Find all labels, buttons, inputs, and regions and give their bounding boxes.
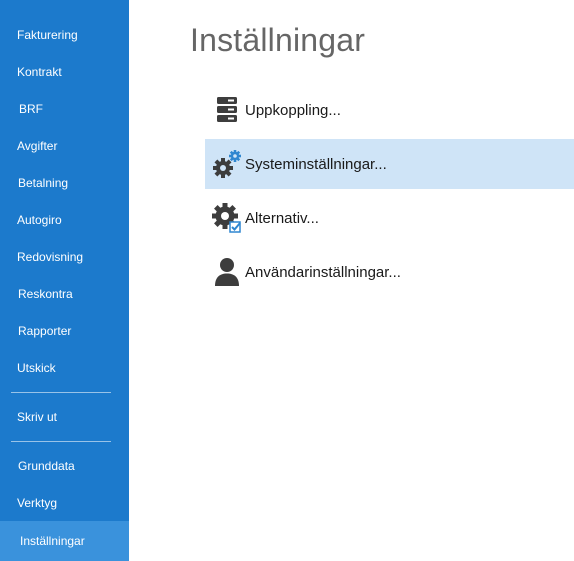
nav-item-label: Skriv ut xyxy=(17,410,58,424)
sidebar-divider xyxy=(11,441,111,442)
nav-item-brf[interactable]: BRF xyxy=(0,91,129,128)
nav-item-verktyg[interactable]: Verktyg xyxy=(0,485,129,522)
nav-item-utskick[interactable]: Utskick xyxy=(0,350,129,387)
settings-item-systeminstallningar[interactable]: Systeminställningar... xyxy=(205,139,574,189)
settings-item-uppkoppling[interactable]: Uppkoppling... xyxy=(205,85,574,135)
nav-item-rapporter[interactable]: Rapporter xyxy=(0,313,129,350)
sidebar-nav: Fakturering Kontrakt BRF Avgifter Betaln… xyxy=(0,0,129,561)
settings-item-label: Systeminställningar... xyxy=(245,155,387,173)
nav-item-label: Kontrakt xyxy=(17,65,62,79)
gears-icon xyxy=(209,146,245,182)
nav-item-label: Betalning xyxy=(18,176,69,190)
nav-item-label: BRF xyxy=(19,102,43,116)
settings-item-anvandarinstallningar[interactable]: Användarinställningar... xyxy=(205,247,574,297)
settings-item-label: Uppkoppling... xyxy=(245,101,341,119)
settings-item-label: Alternativ... xyxy=(245,209,319,227)
nav-item-fakturering[interactable]: Fakturering xyxy=(0,17,129,54)
nav-item-reskontra[interactable]: Reskontra xyxy=(0,276,129,313)
sidebar-divider xyxy=(11,392,111,393)
nav-item-betalning[interactable]: Betalning xyxy=(0,165,129,202)
page-title: Inställningar xyxy=(190,22,366,58)
user-icon xyxy=(209,254,245,290)
nav-item-label: Grunddata xyxy=(18,459,75,473)
nav-item-label: Autogiro xyxy=(17,213,62,227)
nav-item-autogiro[interactable]: Autogiro xyxy=(0,202,129,239)
nav-item-skriv-ut[interactable]: Skriv ut xyxy=(0,399,129,436)
nav-item-kontrakt[interactable]: Kontrakt xyxy=(0,54,129,91)
settings-item-alternativ[interactable]: Alternativ... xyxy=(205,193,574,243)
nav-item-label: Verktyg xyxy=(17,496,58,510)
nav-item-label: Utskick xyxy=(17,361,56,375)
nav-item-avgifter[interactable]: Avgifter xyxy=(0,128,129,165)
nav-item-label: Reskontra xyxy=(18,287,73,301)
nav-item-label: Rapporter xyxy=(18,324,72,338)
main-content: Inställningar Uppkoppling... Systeminstä… xyxy=(129,0,574,561)
nav-item-label: Avgifter xyxy=(17,139,58,153)
nav-item-redovisning[interactable]: Redovisning xyxy=(0,239,129,276)
nav-item-installningar[interactable]: Inställningar xyxy=(0,521,129,561)
nav-item-grunddata[interactable]: Grunddata xyxy=(0,448,129,485)
nav-item-label: Fakturering xyxy=(17,28,78,42)
nav-item-label: Inställningar xyxy=(20,534,85,548)
settings-item-label: Användarinställningar... xyxy=(245,263,401,281)
gear-checkbox-icon xyxy=(209,200,245,236)
server-icon xyxy=(209,92,245,128)
nav-item-label: Redovisning xyxy=(17,250,84,264)
